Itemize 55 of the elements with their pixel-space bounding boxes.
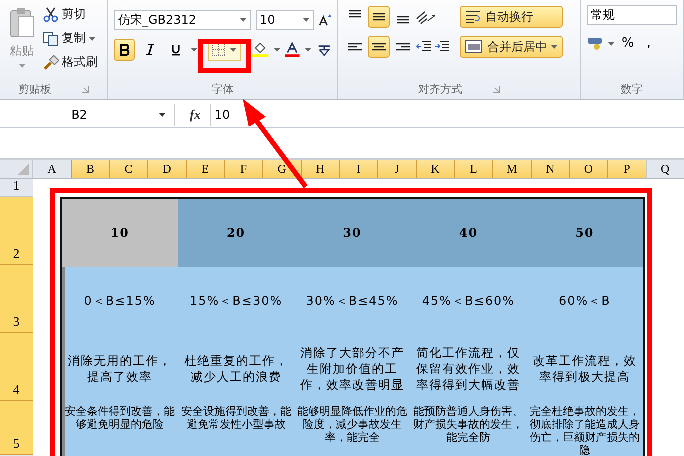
table-cell-text: 安全设施得到改善，能避免常发性小型事故 (180, 404, 292, 433)
column-header[interactable]: N (530, 160, 570, 178)
header-cell: 30 (294, 199, 411, 267)
merge-center-button[interactable]: 合并后居中 (460, 36, 564, 58)
comma-button[interactable]: , (641, 35, 657, 52)
row-header[interactable]: 4 (0, 333, 33, 401)
header-cell: 50 (526, 199, 644, 267)
column-header[interactable]: H (300, 160, 340, 178)
row-header[interactable]: 5 (0, 401, 33, 455)
column-header[interactable]: I (339, 160, 378, 178)
table-cell-text: 杜绝重复的工作，减少人工的浪费 (183, 353, 290, 386)
column-header[interactable]: K (416, 160, 454, 178)
column-header[interactable]: P (607, 160, 646, 178)
column-header[interactable]: Q (646, 160, 684, 178)
name-box[interactable]: B2 (0, 104, 175, 126)
copy-button[interactable]: 复制 (42, 28, 99, 49)
column-header[interactable]: C (109, 160, 148, 178)
column-header[interactable]: J (377, 160, 416, 178)
row-header[interactable]: 3 (0, 265, 33, 333)
group-label: 字体 (212, 82, 234, 96)
table-cell-text: 完全杜绝事故的发生，彻底排除了能造成人身伤亡，巨额财产损失的隐 (528, 404, 641, 456)
group-label: 数字 (621, 82, 643, 96)
insert-function-button[interactable]: fx (189, 106, 202, 124)
table-cell-text: 60%＜B (558, 293, 612, 310)
column-header[interactable]: E (186, 160, 224, 178)
cut-button[interactable]: 剪切 (42, 4, 99, 25)
column-header[interactable]: F (224, 160, 262, 178)
font-name-field[interactable]: 仿宋_GB2312 (114, 10, 252, 30)
group-label: 剪贴板 (18, 82, 52, 96)
font-size-field[interactable]: 10 (256, 10, 314, 30)
table-cell-text: 改革工作流程，效率得到极大提高 (532, 353, 638, 386)
format-painter-button[interactable]: 格式刷 (42, 52, 99, 73)
percent-button[interactable]: % (620, 35, 636, 52)
table-cell-text: 15%＜B≤30% (188, 293, 284, 310)
number-format-field[interactable]: 常规 (587, 5, 677, 25)
table-cell-text: 0＜B≤15% (83, 293, 157, 310)
table-cell-text: 消除了大部分不产生附加价值的工作，效率改善明显 (300, 345, 406, 394)
column-header[interactable]: O (569, 160, 608, 178)
column-header[interactable]: M (492, 160, 531, 178)
table-cell-text: 安全条件得到改善，能够避免明显的危险 (64, 404, 176, 433)
header-cell: 10 (62, 199, 178, 267)
wrap-text-button[interactable]: 自动换行 (460, 6, 564, 28)
header-cell: 40 (410, 199, 527, 267)
column-header[interactable]: L (454, 160, 492, 178)
table-cell-text: 30%＜B≤45% (305, 293, 400, 310)
table-cell-text: 消除无用的工作，提高了效率 (67, 353, 174, 386)
header-cell: 20 (178, 199, 294, 267)
table-cell-text: 简化工作流程，仅保留有效作业，效率得得到大幅改善 (416, 345, 522, 394)
column-header[interactable]: D (147, 160, 186, 178)
table-cell-text: 能预防普通人身伤害、财产损失事故的发生，能完全防 (412, 404, 525, 446)
group-label: 对齐方式 (418, 82, 463, 96)
table-cell-text: 45%＜B≤60% (421, 293, 516, 310)
row-header[interactable]: 2 (0, 197, 33, 265)
table-cell-text: 能够明显降低作业的危险度，减少事故发生率，能完全 (296, 404, 408, 446)
column-header[interactable]: B (70, 160, 110, 178)
